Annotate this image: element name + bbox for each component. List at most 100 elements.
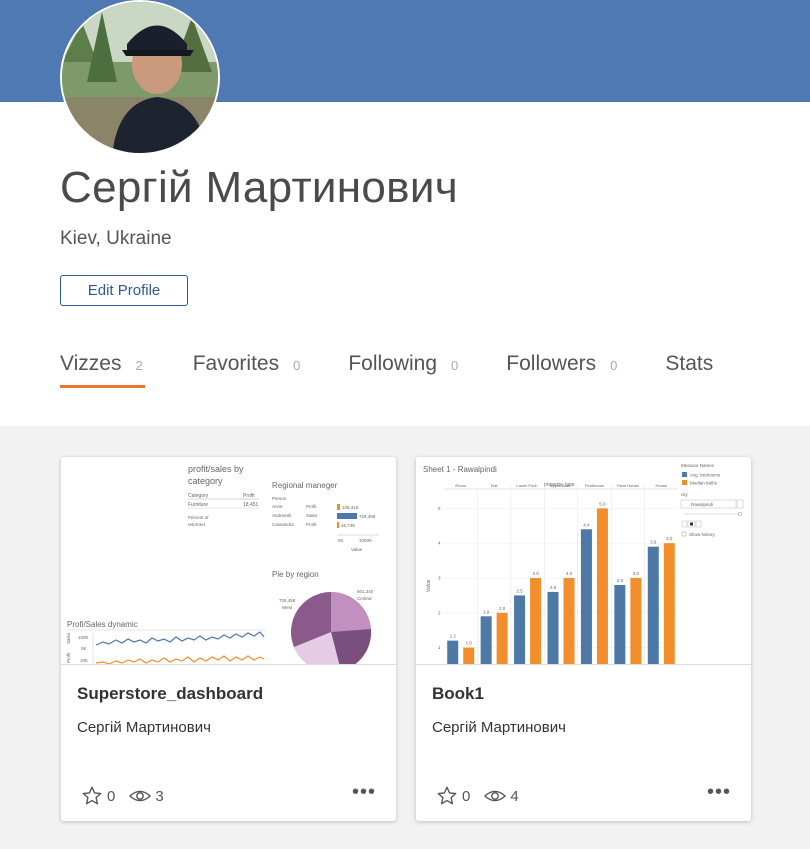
bar-chart: Sheet 1 - Rawalpindi property_type Value… [416, 457, 751, 664]
viz-thumbnail[interactable]: profit/sales by category Category Profit… [61, 457, 396, 665]
city-filter-value: Rawalpindi [691, 502, 713, 507]
thumb-row-category: Furniture [188, 502, 208, 508]
thumb-y-label: Sales [66, 632, 71, 644]
thumb-y-tick: 0K [81, 646, 87, 651]
tab-favorites[interactable]: Favorites 0 [193, 352, 301, 386]
bar [463, 647, 475, 664]
thumb-measure: Profit [306, 522, 317, 527]
views-count: 4 [510, 787, 519, 805]
avatar [60, 0, 220, 155]
viz-title[interactable]: Book1 [432, 684, 484, 704]
bar [496, 612, 508, 664]
tab-count: 0 [610, 358, 618, 373]
thumb-bar [337, 522, 339, 528]
filter-label: city [681, 492, 689, 497]
category-label: Farm House [617, 483, 640, 488]
category-label: Penthouse [585, 483, 605, 488]
thumb-value: 46,749 [341, 523, 355, 528]
thumb-bar [337, 504, 340, 510]
favorites-count: 0 [107, 787, 116, 805]
tab-count: 0 [451, 358, 459, 373]
bar-value-label: 2.8 [617, 578, 624, 583]
thumb-axis-tick: 1000K [359, 538, 372, 543]
show-history-label: Show history [689, 532, 716, 537]
thumb-axis-title: Value [351, 547, 363, 552]
legend-swatch [682, 472, 687, 477]
thumb-pie-label: 725,458 [279, 598, 296, 603]
category-label: Flat [491, 483, 499, 488]
bar [480, 616, 492, 664]
tab-vizzes[interactable]: Vizzes 2 [60, 352, 145, 388]
thumb-row-value: 18,451 [243, 502, 259, 508]
bar-value-label: 3.0 [566, 571, 573, 576]
star-icon[interactable] [436, 785, 458, 807]
more-options-icon[interactable]: ••• [352, 782, 376, 802]
thumb-person: Andreeah [272, 513, 292, 518]
viz-stats: 0 3 [81, 785, 178, 807]
legend-label: Median baths [690, 481, 718, 486]
thumb-measure: Profit [306, 504, 317, 509]
viz-stats: 0 4 [436, 785, 533, 807]
tab-label: Stats [665, 352, 714, 375]
tab-count: 0 [293, 358, 301, 373]
bar-value-label: 1.2 [450, 634, 457, 639]
tab-stats[interactable]: Stats [665, 352, 713, 386]
category-label: House [656, 483, 668, 488]
thumb-y-tick: 10K [80, 658, 88, 663]
viz-card[interactable]: profit/sales by category Category Profit… [61, 457, 396, 821]
thumb-title-1: profit/sales by [188, 464, 244, 474]
thumb-percent-1: Percent of [188, 515, 209, 520]
bar-value-label: 2.6 [550, 585, 557, 590]
bar-value-label: 2.0 [499, 606, 506, 611]
tab-following[interactable]: Following 0 [348, 352, 458, 386]
tab-label: Favorites [192, 352, 280, 375]
viz-author[interactable]: Сергій Мартинович [432, 719, 566, 736]
favorites-count: 0 [462, 787, 471, 805]
thumb-person-header: Person [272, 496, 287, 501]
star-icon[interactable] [81, 785, 103, 807]
thumb-person: Cassandra [272, 522, 294, 527]
thumb-header-profit: Profit [243, 493, 255, 499]
thumb-title-2: category [188, 476, 223, 486]
viz-card[interactable]: Sheet 1 - Rawalpindi property_type Value… [416, 457, 751, 821]
viz-author[interactable]: Сергій Мартинович [77, 719, 211, 736]
viz-title[interactable]: Superstore_dashboard [77, 684, 263, 704]
profile-location: Kiev, Ukraine [60, 228, 172, 249]
bar-value-label: 3.9 [650, 540, 657, 545]
tab-label: Followers [506, 352, 597, 375]
thumb-y-tick: 100K [78, 635, 89, 640]
profile-name: Сергій Мартинович [60, 163, 458, 212]
viz-thumbnail[interactable]: Sheet 1 - Rawalpindi property_type Value… [416, 457, 751, 665]
views-count: 3 [155, 787, 164, 805]
thumb-value: 108,418 [342, 505, 359, 510]
tab-label: Following [348, 352, 438, 375]
legend-title: Measure Names [681, 463, 715, 468]
edit-profile-button[interactable]: Edit Profile [60, 275, 188, 306]
thumb-y-label: Profit [66, 652, 71, 663]
profile-tabs: Vizzes 2 Favorites 0 Following 0 Followe… [60, 352, 761, 388]
category-label: Room [455, 483, 466, 488]
bar [596, 508, 608, 664]
more-options-icon[interactable]: ••• [707, 782, 731, 802]
bar [563, 578, 575, 664]
thumb-measure: Sales [306, 513, 318, 518]
chart-sheet-title: Sheet 1 - Rawalpindi [423, 465, 497, 474]
bar [614, 584, 626, 664]
thumb-person: Anne [272, 504, 283, 509]
eye-icon [484, 790, 507, 802]
bar [647, 546, 659, 664]
thumb-value: 725,458 [359, 514, 376, 519]
category-label: Lower Porti.. [516, 483, 538, 488]
thumb-dynamic-title: Profi/Sales dynamic [67, 620, 138, 629]
avatar-photo [62, 2, 218, 153]
bar [630, 578, 642, 664]
thumb-pie-label: West [282, 605, 293, 610]
bar-value-label: 1.0 [466, 641, 473, 646]
bar [547, 591, 559, 664]
thumb-pie-label: Central [357, 596, 372, 601]
thumb-regional-title: Regional maneger [272, 481, 338, 490]
bar [530, 578, 542, 664]
thumb-pie-label: 501,240 [357, 589, 374, 594]
tab-followers[interactable]: Followers 0 [506, 352, 617, 386]
bar-value-label: 4.4 [583, 522, 590, 527]
